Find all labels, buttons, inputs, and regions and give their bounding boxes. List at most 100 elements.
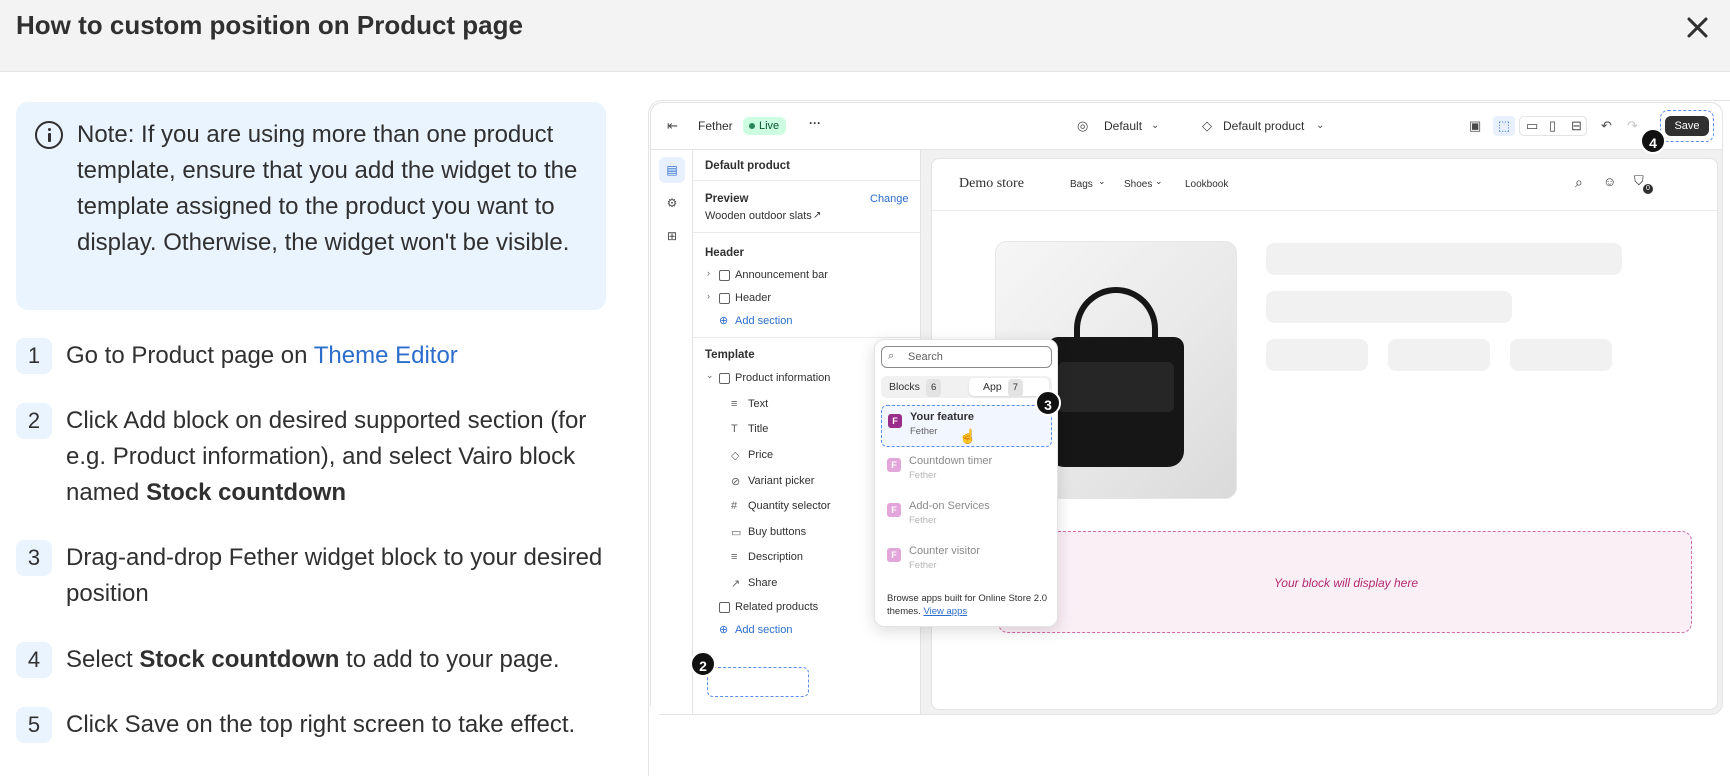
theme-editor-link[interactable]: Theme Editor [314,342,458,369]
select-icon[interactable]: ⬚ [1493,116,1515,136]
option-title: Add-on Services [909,500,990,512]
option-subtitle: Fether [909,560,937,571]
popover-search-input[interactable]: Search [881,346,1052,368]
globe-icon: ◎ [1077,118,1089,133]
block-item-share[interactable]: Share [748,577,777,589]
block-icon: ▭ [731,527,742,539]
step-text: Click Add block on desired supported sec… [66,407,587,506]
block-icon: T [731,423,738,435]
option-subtitle: Fether [909,470,937,481]
template-select[interactable]: Default product [1223,119,1304,133]
tab-blocks[interactable]: Blocks 6 [889,378,942,397]
save-button[interactable]: Save [1665,116,1709,136]
settings-icon[interactable]: ⚙ [659,190,685,216]
sections-icon[interactable]: ▤ [659,157,685,183]
cart-count-badge: 0 [1643,184,1653,194]
block-item-title[interactable]: Title [748,423,768,435]
hand-cursor-icon: ☝ [959,428,977,444]
chevron-down-icon[interactable]: ⌄ [706,370,714,381]
block-item-description[interactable]: Description [748,551,803,563]
more-icon[interactable]: ··· [809,116,821,130]
view-apps-link[interactable]: View apps [923,606,967,617]
chevron-right-icon[interactable]: › [707,291,710,301]
chevron-down-icon: ⌄ [1098,176,1106,186]
editor-topbar: ⇤ Fether Live ··· ◎ Default ⌄ ◇ Default … [651,103,1722,150]
add-section-bottom-link[interactable]: Add section [735,624,792,636]
sidebar-item-related-products[interactable]: Related products [735,601,818,613]
block-item-buy-buttons[interactable]: Buy buttons [748,526,806,538]
divider [693,232,921,233]
app-logo-icon: F [888,414,902,428]
sidebar-item-header[interactable]: Header [735,292,771,304]
block-option-countdown-timer[interactable]: F Countdown timer Fether [881,450,1052,492]
divider [693,180,921,181]
option-title: Your feature [910,411,974,423]
fullscreen-icon[interactable]: ⊟ [1571,119,1582,133]
step-text: Drag-and-drop Fether widget block to you… [66,544,603,607]
nav-lookbook[interactable]: Lookbook [1185,179,1228,190]
external-link-icon[interactable]: ↗ [813,210,821,221]
block-item-variant-picker[interactable]: Variant picker [748,475,814,487]
price-placeholder [1266,291,1512,323]
preview-product[interactable]: Wooden outdoor slats [705,210,812,222]
step-number: 1 [16,338,52,374]
close-icon[interactable] [1680,10,1714,44]
redo-icon[interactable]: ↷ [1627,119,1638,133]
nav-shoes[interactable]: Shoes [1124,179,1152,190]
add-circle-icon[interactable]: ⊕ [719,314,728,327]
template-group-label: Template [705,349,755,361]
live-badge: Live [743,117,787,135]
option-title: Countdown timer [909,455,993,467]
preview-label: Preview [705,193,749,205]
exit-icon[interactable]: ⇤ [667,119,678,133]
step-badge-3: 3 [1035,390,1061,416]
theme-editor-screenshot: ⇤ Fether Live ··· ◎ Default ⌄ ◇ Default … [648,100,1730,776]
account-icon[interactable]: ☺ [1603,174,1616,189]
option-placeholder [1266,339,1368,371]
add-circle-icon[interactable]: ⊕ [719,623,728,636]
step-number: 3 [16,540,52,576]
mobile-icon[interactable]: ▯ [1549,119,1556,133]
drop-zone[interactable]: Your block will display here [998,531,1692,633]
block-item-text[interactable]: Text [748,398,768,410]
block-item-price[interactable]: Price [748,449,773,461]
add-section-highlight [707,667,809,697]
tab-app[interactable]: App 7 [969,378,1049,397]
block-icon: ◇ [731,450,740,462]
title-placeholder [1266,243,1622,275]
block-option-add-on-services[interactable]: F Add-on Services Fether [881,495,1052,537]
step-text: Click Save on the top right screen to ta… [66,711,576,738]
theme-select[interactable]: Default [1104,119,1142,133]
app-logo-icon: F [887,458,901,472]
search-icon: ⌕ [888,350,895,362]
sidebar-item-announcement-bar[interactable]: Announcement bar [735,269,828,281]
store-name[interactable]: Demo store [959,176,1024,192]
undo-icon[interactable]: ↶ [1601,119,1612,133]
block-icon: ↗ [731,578,741,590]
block-option-your-feature[interactable]: F Your feature Fether ☝ [881,405,1052,447]
sidebar-item-product-information[interactable]: Product information [735,372,830,384]
chevron-down-icon: ⌄ [1151,120,1160,131]
option-subtitle: Fether [909,515,937,526]
app-logo-icon: F [887,503,901,517]
desktop-icon[interactable]: ▭ [1526,119,1538,133]
nav-bags[interactable]: Bags [1070,179,1093,190]
app-logo-icon: F [887,548,901,562]
block-option-counter-visitor[interactable]: F Counter visitor Fether [881,540,1052,582]
block-item-quantity-selector[interactable]: Quantity selector [748,500,831,512]
step-badge-4: 4 [1640,128,1666,154]
block-icon: # [731,500,738,512]
step-text: Go to Product page on Theme Editor [66,342,458,369]
option-placeholder [1510,339,1612,371]
option-subtitle: Fether [910,426,938,437]
step-number: 4 [16,642,52,678]
change-link[interactable]: Change [870,193,909,205]
inspector-icon[interactable]: ▣ [1469,119,1481,133]
search-icon[interactable]: ⌕ [1575,174,1583,191]
chevron-right-icon[interactable]: › [707,268,710,278]
info-icon [35,121,63,149]
add-section-link[interactable]: Add section [735,315,792,327]
apps-icon[interactable]: ⊞ [659,223,685,249]
chevron-down-icon: ⌄ [1316,120,1325,131]
app-name: Fether [698,119,733,133]
